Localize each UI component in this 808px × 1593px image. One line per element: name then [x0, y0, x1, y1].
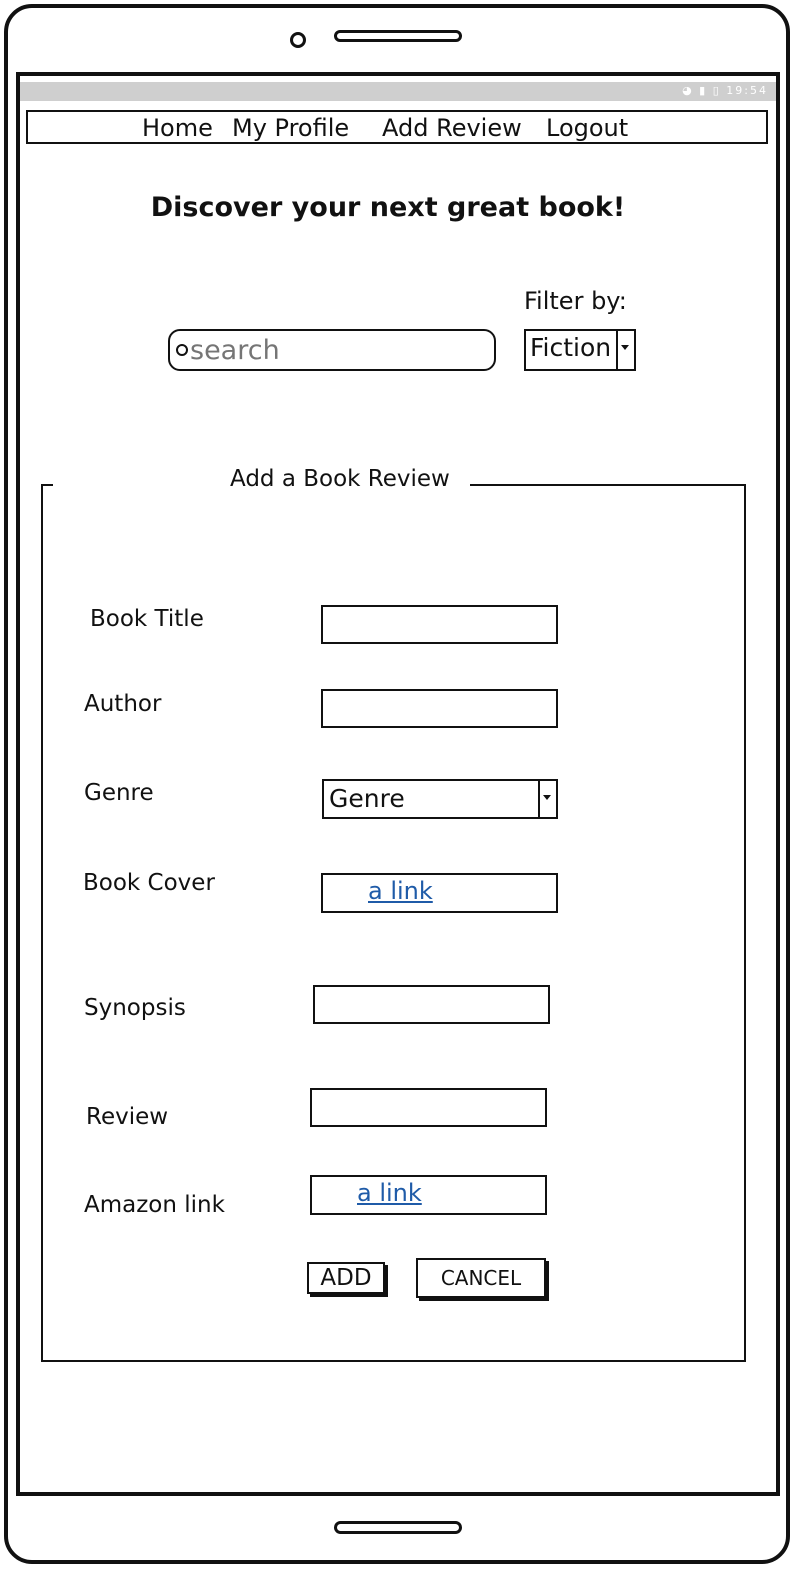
top-navigation: Home My Profile Add Review Logout — [26, 110, 768, 144]
amazon-link-label: Amazon link — [84, 1192, 225, 1218]
status-time: 19:54 — [726, 84, 768, 97]
filter-selected-value: Fiction — [530, 333, 612, 362]
author-input[interactable] — [323, 691, 556, 726]
wifi-icon: ◕ — [682, 84, 694, 97]
speaker-slot — [334, 30, 462, 42]
signal-icon: ▮ — [699, 84, 708, 97]
battery-icon: ▯ — [712, 84, 721, 97]
book-title-label: Book Title — [90, 606, 204, 632]
book-cover-link[interactable]: a link — [368, 877, 433, 905]
status-icons: ◕ ▮ ▯ 19:54 — [682, 84, 768, 97]
filter-select[interactable]: Fiction — [524, 329, 636, 371]
search-icon — [176, 344, 188, 356]
nav-logout[interactable]: Logout — [546, 114, 628, 142]
status-bar: ◕ ▮ ▯ 19:54 — [20, 82, 776, 101]
nav-my-profile[interactable]: My Profile — [232, 114, 349, 142]
genre-dropdown-toggle[interactable] — [538, 781, 556, 817]
book-title-field[interactable] — [321, 605, 558, 644]
genre-label: Genre — [84, 780, 154, 806]
synopsis-label: Synopsis — [84, 995, 186, 1021]
add-button[interactable]: ADD — [307, 1262, 385, 1294]
cancel-button[interactable]: CANCEL — [416, 1258, 546, 1298]
review-input[interactable] — [312, 1090, 545, 1125]
book-cover-field[interactable]: a link — [321, 873, 558, 913]
page-headline: Discover your next great book! — [150, 192, 626, 223]
chevron-down-icon — [621, 345, 629, 350]
review-field[interactable] — [310, 1088, 547, 1127]
filter-dropdown-toggle[interactable] — [616, 331, 634, 369]
amazon-link[interactable]: a link — [357, 1179, 422, 1207]
amazon-link-field[interactable]: a link — [310, 1175, 547, 1215]
book-title-input[interactable] — [323, 607, 556, 642]
camera-dot — [290, 32, 306, 48]
genre-select[interactable]: Genre — [322, 779, 558, 819]
nav-home[interactable]: Home — [142, 114, 213, 142]
filter-label: Filter by: — [524, 287, 627, 315]
author-label: Author — [84, 691, 162, 717]
home-button[interactable] — [334, 1521, 462, 1534]
fieldset-title: Add a Book Review — [230, 466, 450, 492]
fieldset-border — [470, 484, 746, 486]
synopsis-field[interactable] — [313, 985, 550, 1024]
author-field[interactable] — [321, 689, 558, 728]
genre-selected-value: Genre — [329, 784, 405, 813]
book-cover-label: Book Cover — [83, 870, 215, 896]
nav-add-review[interactable]: Add Review — [382, 114, 522, 142]
chevron-down-icon — [543, 795, 551, 800]
search-box[interactable] — [168, 329, 496, 371]
synopsis-input[interactable] — [315, 987, 548, 1022]
review-label: Review — [86, 1104, 169, 1130]
fieldset-border — [41, 484, 53, 486]
search-input[interactable] — [190, 333, 490, 367]
